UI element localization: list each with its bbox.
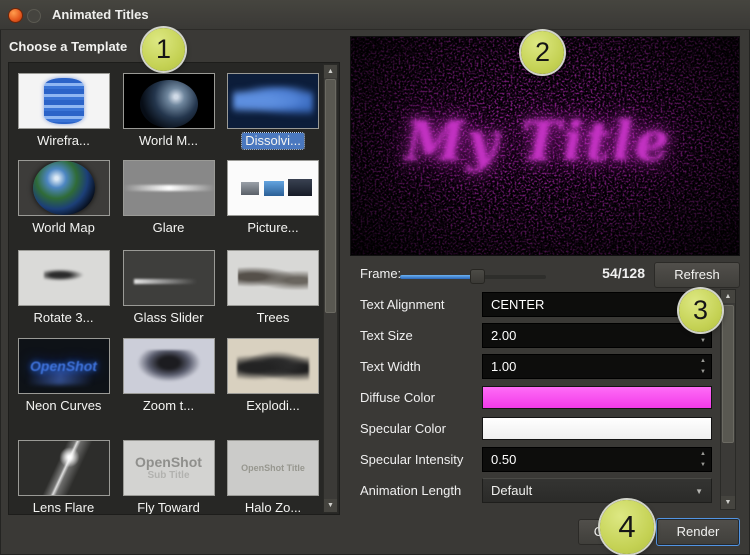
template-thumbnail: OpenShot Sub Title — [123, 440, 215, 496]
spinner-arrows-icon[interactable]: ▲▼ — [698, 450, 708, 470]
template-thumbnail — [18, 250, 110, 306]
template-label: Lens Flare — [30, 500, 97, 515]
choose-template-heading: Choose a Template — [9, 39, 127, 54]
template-item-fly-toward[interactable]: OpenShot Sub Title Fly Toward — [116, 428, 221, 515]
scroll-up-icon[interactable]: ▲ — [721, 290, 735, 303]
text-size-field[interactable]: 2.00 ▲▼ — [482, 323, 712, 348]
specular-intensity-value: 0.50 — [491, 452, 516, 467]
frame-counter: 54/128 — [560, 265, 645, 281]
template-item-lens-flare[interactable]: Lens Flare — [11, 428, 116, 515]
thumbnail-text: OpenShot — [30, 358, 97, 374]
frame-slider-fill — [400, 275, 476, 279]
close-icon[interactable] — [8, 8, 23, 23]
diffuse-color-swatch[interactable] — [482, 386, 712, 409]
text-alignment-field[interactable]: CENTER ▲▼ — [482, 292, 712, 317]
spinner-arrows-icon[interactable]: ▲▼ — [698, 357, 708, 377]
template-item-exploding[interactable]: Explodi... — [221, 333, 325, 428]
diffuse-color-label: Diffuse Color — [360, 385, 480, 410]
thumbnail-text: OpenShot Title — [241, 463, 305, 473]
text-alignment-label: Text Alignment — [360, 292, 480, 317]
template-thumbnail — [123, 73, 215, 129]
thumbnail-text: OpenShot — [135, 455, 202, 470]
specular-intensity-label: Specular Intensity — [360, 447, 480, 472]
render-button[interactable]: Render — [656, 518, 740, 546]
template-thumbnail: OpenShot — [18, 338, 110, 394]
window-title: Animated Titles — [52, 0, 149, 30]
template-thumbnail — [123, 338, 215, 394]
scroll-up-icon[interactable]: ▲ — [324, 65, 337, 78]
template-thumbnail — [227, 338, 319, 394]
text-size-value: 2.00 — [491, 328, 516, 343]
chevron-down-icon: ▼ — [695, 479, 703, 504]
text-width-field[interactable]: 1.00 ▲▼ — [482, 354, 712, 379]
text-width-label: Text Width — [360, 354, 480, 379]
template-thumbnail — [18, 440, 110, 496]
template-label: World M... — [136, 133, 201, 149]
template-label: Zoom t... — [140, 398, 197, 414]
template-label: Picture... — [244, 220, 301, 236]
template-item-world-map[interactable]: World Map — [11, 155, 116, 245]
specular-intensity-field[interactable]: 0.50 ▲▼ — [482, 447, 712, 472]
template-item-wireframe[interactable]: Wirefra... — [11, 68, 116, 155]
template-label: Glare — [150, 220, 188, 236]
frame-slider[interactable] — [400, 275, 546, 279]
template-thumbnail — [227, 160, 319, 216]
text-alignment-value: CENTER — [491, 297, 544, 312]
template-thumbnail — [18, 73, 110, 129]
specular-color-label: Specular Color — [360, 416, 480, 441]
minimize-icon[interactable] — [27, 9, 41, 23]
template-label: Neon Curves — [23, 398, 105, 414]
template-thumbnail: OpenShot Title — [227, 440, 319, 496]
template-label: World Map — [29, 220, 98, 236]
template-label: Wirefra... — [34, 133, 93, 149]
template-label: Halo Zo... — [242, 500, 304, 515]
scrollbar-thumb[interactable] — [722, 305, 734, 443]
template-label-selected: Dissolvi... — [242, 133, 304, 149]
animation-length-value: Default — [491, 483, 532, 498]
template-list-scrollbar[interactable]: ▲ ▼ — [323, 64, 338, 513]
template-item-rotate-360[interactable]: Rotate 3... — [11, 245, 116, 333]
template-item-neon-curves[interactable]: OpenShot Neon Curves — [11, 333, 116, 428]
template-thumbnail — [123, 160, 215, 216]
template-item-zoom-to[interactable]: Zoom t... — [116, 333, 221, 428]
animation-length-dropdown[interactable]: Default ▼ — [482, 478, 712, 503]
template-item-picture[interactable]: Picture... — [221, 155, 325, 245]
template-label: Fly Toward — [134, 500, 203, 515]
template-list: Wirefra... World M... Dissolvi... World … — [8, 62, 340, 515]
specular-color-swatch[interactable] — [482, 417, 712, 440]
template-label: Explodi... — [243, 398, 302, 414]
template-item-glass-slider[interactable]: Glass Slider — [116, 245, 221, 333]
template-thumbnail — [227, 73, 319, 129]
text-width-value: 1.00 — [491, 359, 516, 374]
callout-badge-4: 4 — [600, 500, 654, 554]
callout-badge-1: 1 — [142, 28, 185, 71]
thumbnail-subtext: Sub Title — [147, 470, 189, 482]
template-label: Glass Slider — [130, 310, 206, 326]
template-item-trees[interactable]: Trees — [221, 245, 325, 333]
callout-badge-3: 3 — [679, 289, 722, 332]
template-thumbnail — [123, 250, 215, 306]
animation-length-label: Animation Length — [360, 478, 480, 503]
template-grid: Wirefra... World M... Dissolvi... World … — [11, 63, 325, 515]
template-item-dissolving[interactable]: Dissolvi... — [221, 68, 325, 155]
frame-slider-handle[interactable] — [470, 269, 485, 284]
refresh-button[interactable]: Refresh — [654, 262, 740, 288]
text-size-label: Text Size — [360, 323, 480, 348]
template-thumbnail — [18, 160, 110, 216]
title-bar: Animated Titles — [0, 0, 750, 30]
template-item-halo-zoom[interactable]: OpenShot Title Halo Zo... — [221, 428, 325, 515]
template-item-world-m[interactable]: World M... — [116, 68, 221, 155]
template-thumbnail — [227, 250, 319, 306]
frame-label: Frame: — [360, 266, 401, 281]
template-label: Trees — [254, 310, 293, 326]
preview-title-text: My Title — [351, 109, 725, 173]
properties-scrollbar[interactable]: ▲ ▼ — [720, 289, 736, 510]
scroll-down-icon[interactable]: ▼ — [324, 499, 337, 512]
scrollbar-thumb[interactable] — [325, 79, 336, 313]
template-item-glare[interactable]: Glare — [116, 155, 221, 245]
scroll-down-icon[interactable]: ▼ — [721, 496, 735, 509]
callout-badge-2: 2 — [521, 31, 564, 74]
template-label: Rotate 3... — [31, 310, 97, 326]
